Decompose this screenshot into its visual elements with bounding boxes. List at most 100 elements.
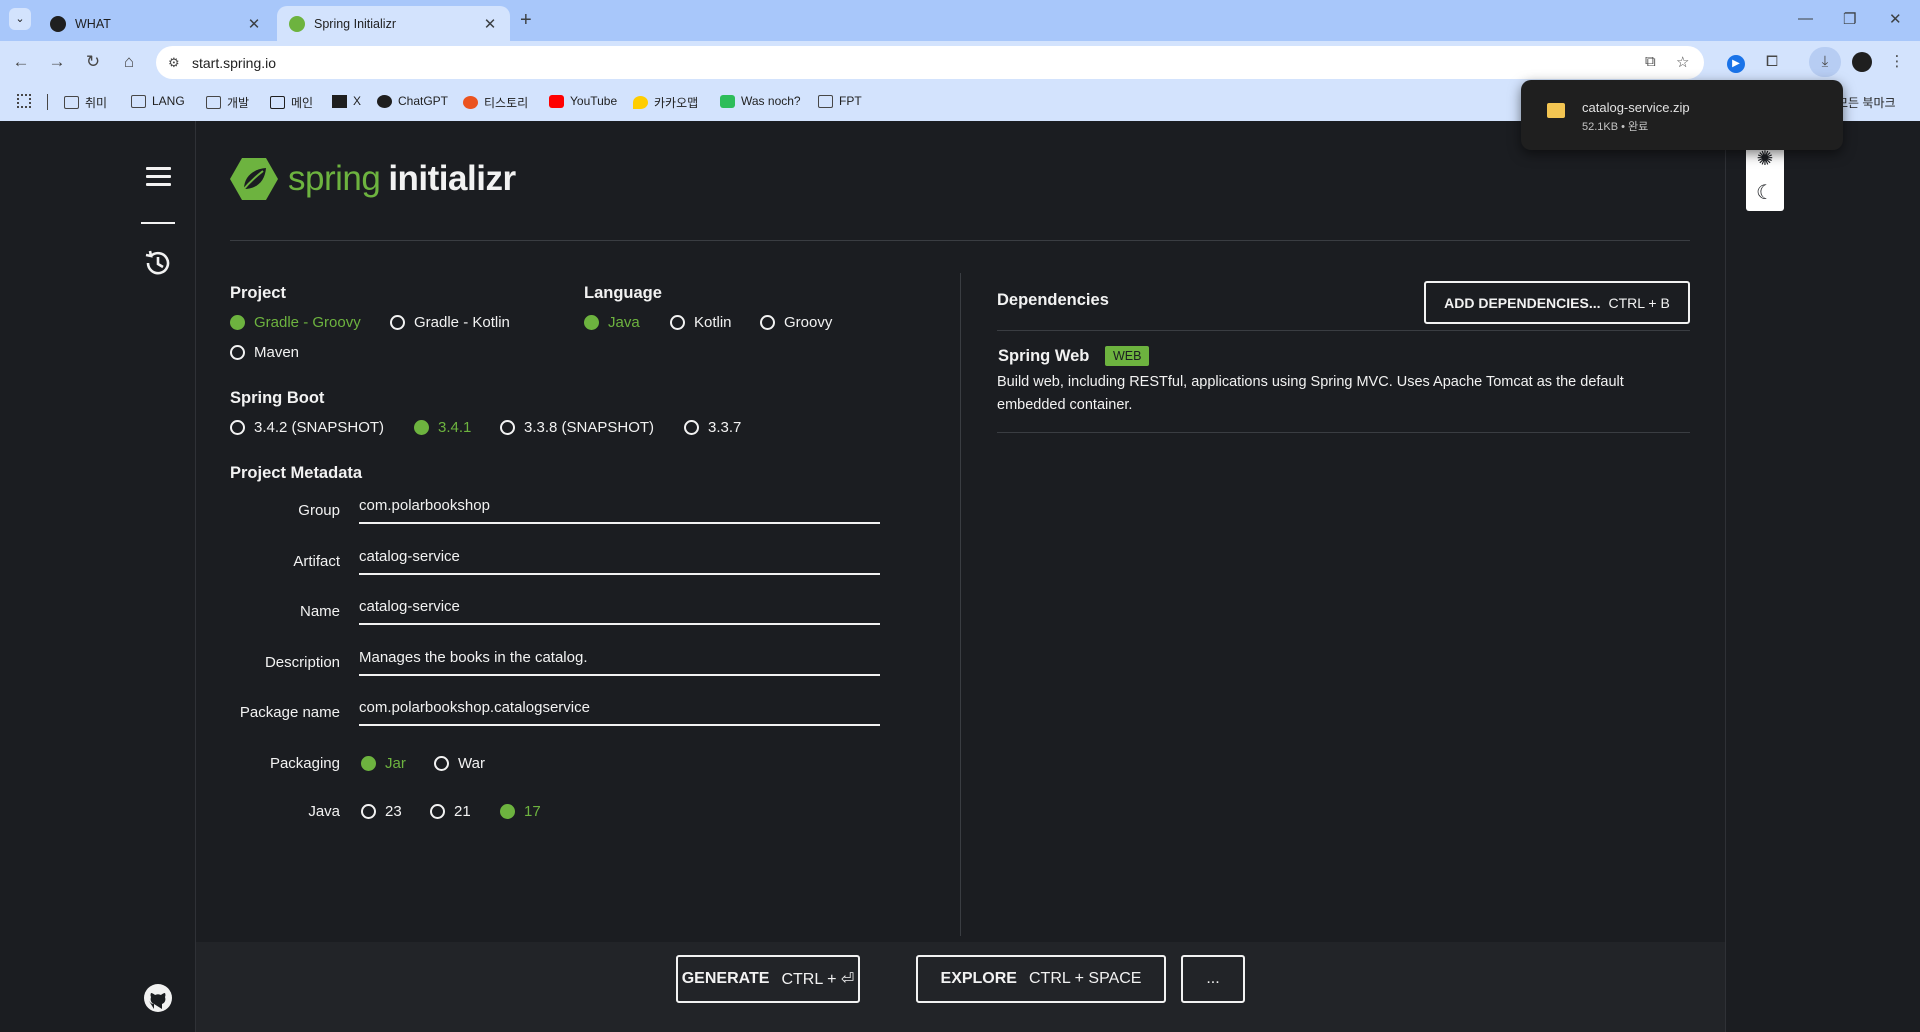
radio-java-17[interactable]: 17 [500,803,541,820]
reload-icon[interactable]: ↻ [82,51,104,73]
radio-java-21[interactable]: 21 [430,803,471,820]
bookmark-label: 티스토리 [484,96,529,110]
logo-word-spring: spring [288,159,381,198]
more-options-button[interactable]: ... [1181,955,1245,1003]
bookmark-folder[interactable]: FPT [818,94,862,108]
generate-button[interactable]: GENERATE CTRL + ⏎ [676,955,860,1003]
download-filename[interactable]: catalog-service.zip [1582,100,1690,115]
header-divider [230,240,1690,241]
bookmark-label: 모든 북마크 [1837,96,1896,110]
generate-shortcut: CTRL + ⏎ [781,971,855,988]
download-status: 52.1KB • 완료 [1582,121,1649,133]
radio-war[interactable]: War [434,755,485,772]
radio-gradle-kotlin[interactable]: Gradle - Kotlin [390,314,510,331]
youtube-icon [549,94,564,108]
left-sidebar [0,121,196,1032]
bookmark-folder[interactable]: 취미 [64,94,107,111]
chatgpt-icon [377,94,392,108]
url-text[interactable]: start.spring.io [192,55,276,71]
minimize-icon[interactable]: — [1798,10,1813,27]
tab-spring-initializr[interactable]: Spring Initializr ✕ [277,6,510,41]
hamburger-menu-icon[interactable] [146,167,171,187]
add-dependencies-button[interactable]: ADD DEPENDENCIES... CTRL + B [1424,281,1690,324]
restore-icon[interactable]: ❐ [1843,10,1856,28]
bookmark-star-icon[interactable]: ☆ [1676,53,1689,71]
radio-label: 3.3.7 [708,419,742,436]
tab-what[interactable]: WHAT ✕ [38,6,274,41]
radio-boot-3-3-8-snapshot[interactable]: 3.3.8 (SNAPSHOT) [500,419,654,436]
radio-maven[interactable]: Maven [230,344,299,361]
package-name-input[interactable]: com.polarbookshop.catalogservice [359,696,880,726]
name-label: Name [299,603,340,620]
tab-title: Spring Initializr [314,16,396,31]
download-bubble[interactable]: catalog-service.zip 52.1KB • 완료 [1521,80,1843,150]
dependency-name: Spring Web [998,347,1090,365]
bookmark-folder[interactable]: LANG [131,94,185,108]
radio-label: 21 [454,803,471,820]
radio-groovy[interactable]: Groovy [760,314,832,331]
group-input[interactable]: com.polarbookshop [359,494,880,524]
radio-boot-3-4-1[interactable]: 3.4.1 [414,419,471,436]
github-icon[interactable] [143,983,173,1013]
history-icon[interactable] [142,247,174,279]
dark-theme-moon-icon[interactable]: ☾ [1746,177,1784,209]
radio-label: Java [608,314,640,331]
radio-kotlin[interactable]: Kotlin [670,314,732,331]
description-input[interactable]: Manages the books in the catalog. [359,646,880,676]
radio-gradle-groovy[interactable]: Gradle - Groovy [230,314,361,331]
sidebar-divider [141,222,175,224]
back-arrow-icon[interactable]: ← [10,51,32,73]
new-tab-plus-icon[interactable]: + [520,9,532,31]
close-tab-icon[interactable]: ✕ [482,15,498,33]
bookmark-link[interactable]: 메인 [270,94,313,111]
tab-search-chevron-icon[interactable]: ⌄ [9,8,31,30]
radio-jar[interactable]: Jar [361,755,406,772]
more-menu-icon[interactable]: ⋮ [1887,52,1907,72]
all-bookmarks[interactable]: 모든 북마크 [1837,94,1896,111]
logo-word-initializr: initializr [388,159,516,198]
bookmark-folder[interactable]: 개발 [206,94,249,111]
bookmark-link[interactable]: YouTube [549,94,617,108]
extension-play-icon[interactable]: ▶ [1726,52,1746,73]
name-input[interactable]: catalog-service [359,595,880,625]
close-tab-icon[interactable]: ✕ [246,15,262,33]
download-icon[interactable]: ⤓ [1815,52,1835,72]
bookmark-link[interactable]: 카카오맵 [633,94,698,111]
site-info-icon[interactable]: ⚙ [168,55,184,71]
zip-file-icon [1547,103,1565,118]
dependencies-divider [997,330,1690,331]
profile-avatar-icon[interactable] [1852,52,1872,72]
folder-icon [64,96,79,109]
radio-label: 17 [524,803,541,820]
explore-button[interactable]: EXPLORE CTRL + SPACE [916,955,1166,1003]
dependency-description: Build web, including RESTful, applicatio… [997,374,1624,413]
close-window-icon[interactable]: ✕ [1889,10,1902,28]
radio-label: War [458,755,485,772]
bookmark-link[interactable]: Was noch? [720,94,801,108]
forward-arrow-icon[interactable]: → [46,51,68,73]
x-logo-icon [332,94,347,108]
artifact-input[interactable]: catalog-service [359,545,880,575]
dependency-badge: WEB [1105,346,1150,366]
bookmark-link[interactable]: X [332,94,361,108]
radio-boot-3-4-2-snapshot[interactable]: 3.4.2 (SNAPSHOT) [230,419,384,436]
home-icon[interactable]: ⌂ [118,51,140,73]
radio-boot-3-3-7[interactable]: 3.3.7 [684,419,741,436]
folder-icon [131,94,146,108]
address-bar[interactable]: ⚙ start.spring.io ⧉ ☆ [156,46,1704,79]
radio-java[interactable]: Java [584,314,640,331]
initializr-page: ✺ ☾ spring initializr Project Gradle - G… [0,121,1920,1032]
project-title: Project [230,284,286,302]
was-noch-icon [720,94,735,108]
explore-shortcut: CTRL + SPACE [1028,970,1142,987]
extensions-puzzle-icon[interactable]: ⧠ [1762,52,1782,72]
action-footer: GENERATE CTRL + ⏎ EXPLORE CTRL + SPACE .… [196,942,1725,1032]
bookmark-link[interactable]: ChatGPT [377,94,448,108]
install-app-icon[interactable]: ⧉ [1645,53,1656,70]
bookmark-label: X [353,94,362,108]
radio-java-23[interactable]: 23 [361,803,402,820]
apps-grid-icon[interactable] [17,94,37,108]
bookmark-link[interactable]: 티스토리 [463,94,528,111]
tistory-icon [463,96,478,109]
radio-label: 3.4.1 [438,419,472,436]
